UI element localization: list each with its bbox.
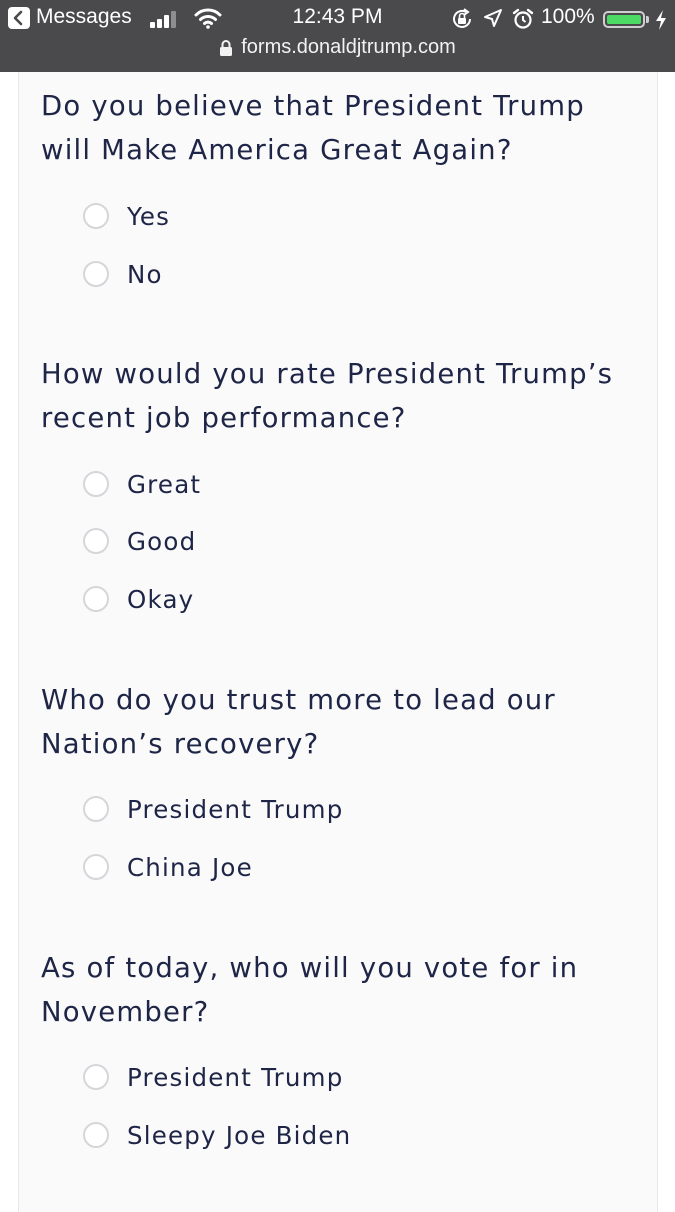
option-label: China Joe [127, 852, 253, 882]
radio-button[interactable] [83, 586, 109, 612]
radio-button[interactable] [83, 471, 109, 497]
question-2-option[interactable]: Great [83, 469, 201, 499]
battery-level-fill [607, 15, 641, 24]
charging-bolt-icon [656, 10, 666, 30]
lock-icon [220, 39, 233, 56]
address-bar[interactable]: forms.donaldjtrump.com [0, 36, 675, 62]
battery-icon [603, 11, 645, 28]
option-label: Sleepy Joe Biden [127, 1120, 352, 1150]
radio-button[interactable] [83, 261, 109, 287]
option-label: Yes [127, 201, 171, 231]
option-label: Great [127, 469, 202, 499]
question-3-option[interactable]: China Joe [83, 852, 253, 882]
radio-button[interactable] [83, 1064, 109, 1090]
question-3-option[interactable]: President Trump [83, 794, 343, 824]
question-2-option[interactable]: Good [83, 526, 196, 556]
option-label: Okay [127, 584, 195, 614]
question-1-option[interactable]: Yes [83, 201, 170, 231]
status-row: Messages 12:43 PM 100% [0, 4, 675, 34]
question-4-option[interactable]: President Trump [83, 1062, 343, 1092]
question-2-option[interactable]: Okay [83, 584, 194, 614]
radio-button[interactable] [83, 796, 109, 822]
option-label: President Trump [127, 1062, 344, 1092]
ios-status-bar: Messages 12:43 PM 100% forms.donaldjtrum… [0, 0, 675, 72]
option-label: Good [127, 526, 197, 556]
radio-button[interactable] [83, 528, 109, 554]
question-2-text: How would you rate President Trump’s rec… [41, 358, 614, 434]
screen-lock-icon [453, 8, 471, 28]
question-1-option[interactable]: No [83, 259, 163, 289]
location-icon [484, 9, 502, 27]
radio-button[interactable] [83, 1122, 109, 1148]
battery-cap [646, 16, 649, 23]
option-label: President Trump [127, 794, 344, 824]
question-4-text: As of today, who will you vote for in No… [41, 952, 579, 1028]
question-4-option[interactable]: Sleepy Joe Biden [83, 1120, 351, 1150]
survey-form: Do you believe that President Trump will… [18, 72, 658, 1212]
question-1-text: Do you believe that President Trump will… [41, 90, 585, 166]
url-text: forms.donaldjtrump.com [241, 36, 456, 58]
option-label: No [127, 259, 163, 289]
page-content: Do you believe that President Trump will… [0, 72, 675, 1212]
alarm-icon [512, 8, 534, 29]
radio-button[interactable] [83, 854, 109, 880]
question-3-text: Who do you trust more to lead our Nation… [41, 684, 556, 760]
battery-percentage: 100% [541, 5, 595, 28]
radio-button[interactable] [83, 203, 109, 229]
